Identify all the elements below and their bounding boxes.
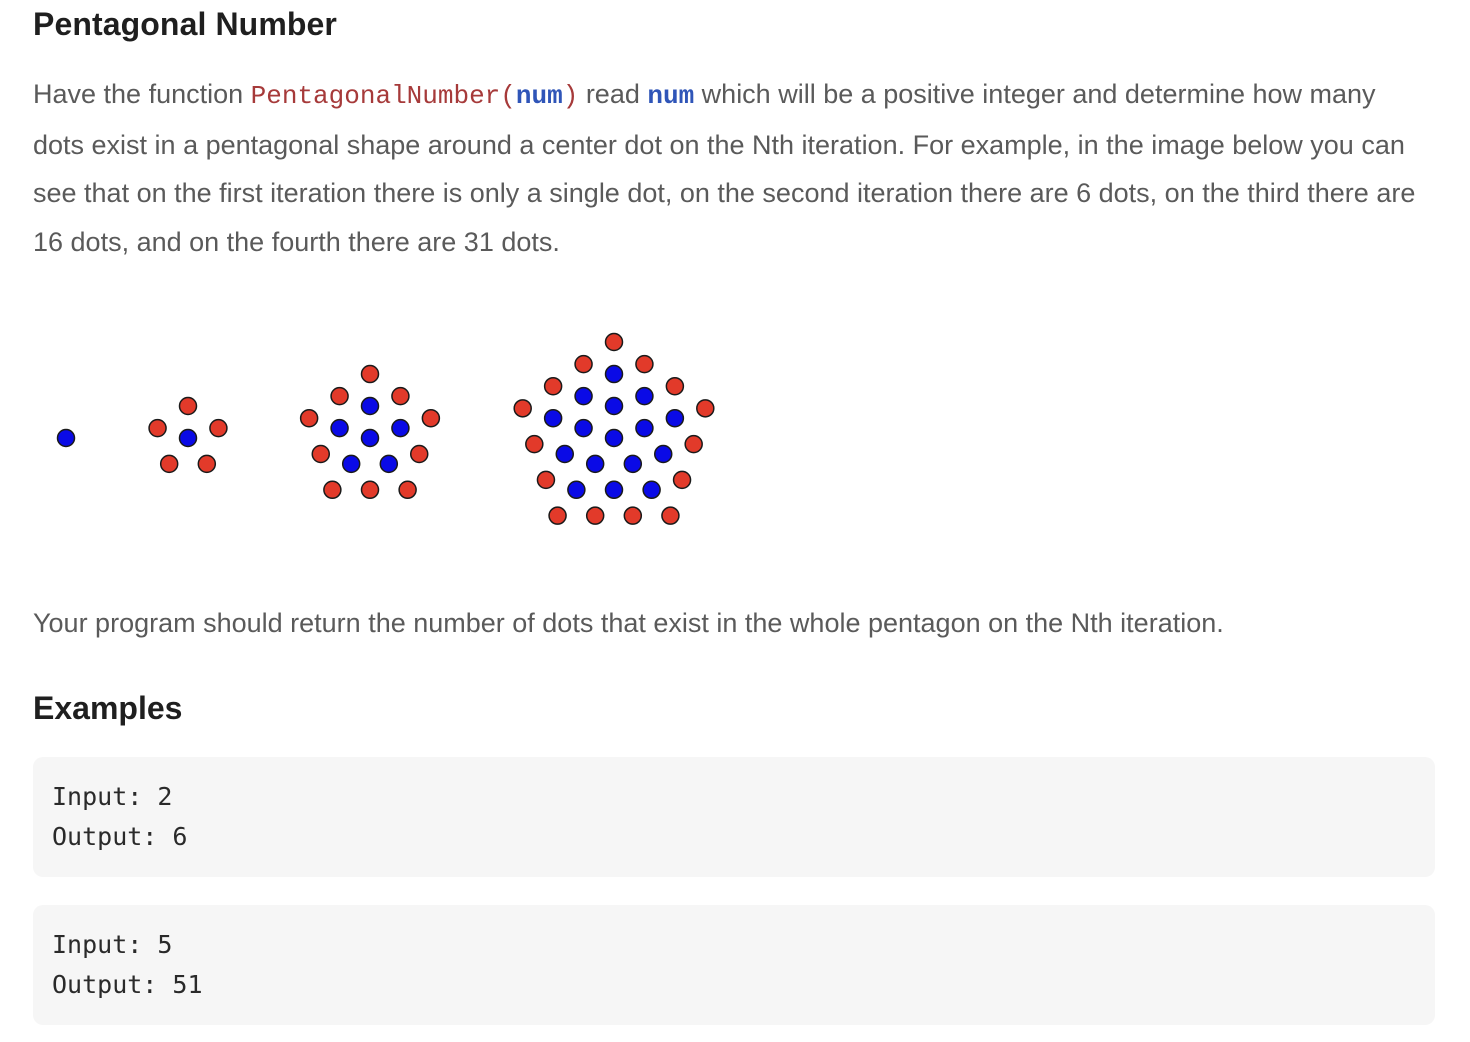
inner-dot bbox=[555, 444, 575, 464]
inner-dot bbox=[604, 396, 624, 416]
outer-ring-dot bbox=[299, 408, 319, 428]
outer-ring-dot bbox=[696, 399, 715, 418]
inner-dot bbox=[665, 408, 685, 428]
inner-dot bbox=[604, 364, 624, 384]
outer-ring-dot bbox=[665, 376, 685, 396]
inner-dot bbox=[585, 454, 605, 474]
outer-ring-dot bbox=[684, 434, 703, 454]
inner-dot bbox=[653, 444, 673, 464]
outer-ring-dot bbox=[525, 434, 544, 454]
paren-close: ) bbox=[562, 81, 579, 111]
inner-dot bbox=[56, 428, 76, 448]
inner-dot bbox=[360, 428, 380, 448]
inner-dot bbox=[604, 480, 624, 500]
inner-dot bbox=[635, 386, 654, 406]
outer-ring-dot bbox=[574, 354, 593, 374]
paren-open: ( bbox=[500, 81, 516, 111]
example-output: Output: 51 bbox=[52, 970, 203, 999]
outer-ring-dot bbox=[391, 386, 410, 406]
inner-dot bbox=[567, 480, 586, 500]
return-description: Your program should return the number of… bbox=[33, 608, 1224, 638]
pentagonal-dots-diagram bbox=[56, 332, 715, 525]
outer-ring-dot bbox=[398, 480, 417, 500]
example-input: Input: 5 bbox=[52, 930, 173, 959]
outer-ring-dot bbox=[635, 354, 654, 374]
inner-dot bbox=[360, 396, 380, 416]
outer-ring-dot bbox=[209, 418, 228, 438]
parameter-ref-code: num bbox=[647, 81, 695, 111]
outer-ring-dot bbox=[604, 332, 624, 352]
outer-ring-dot bbox=[543, 376, 563, 396]
outer-ring-dot bbox=[513, 399, 532, 418]
inner-dot bbox=[623, 454, 643, 474]
example-block-2: Input: 5 Output: 51 bbox=[33, 905, 1435, 1025]
inner-dot bbox=[574, 386, 593, 406]
pentagon-iteration-3 bbox=[299, 364, 441, 500]
outer-ring-dot bbox=[409, 444, 429, 464]
outer-ring-dot bbox=[661, 506, 680, 525]
inner-dot bbox=[574, 418, 593, 438]
inner-dot bbox=[379, 454, 399, 474]
outer-ring-dot bbox=[148, 418, 167, 438]
outer-ring-dot bbox=[585, 506, 605, 525]
inner-dot bbox=[642, 480, 661, 500]
problem-description: Have the function PentagonalNumber(num) … bbox=[33, 70, 1428, 266]
pentagon-iteration-4 bbox=[513, 332, 715, 525]
inner-dot bbox=[543, 408, 563, 428]
inner-dot bbox=[604, 428, 624, 448]
outer-ring-dot bbox=[159, 454, 179, 474]
description-text: Have the function bbox=[33, 79, 251, 109]
inner-dot bbox=[178, 428, 198, 448]
inner-dot bbox=[330, 418, 349, 438]
example-input: Input: 2 bbox=[52, 782, 173, 811]
outer-ring-dot bbox=[323, 480, 342, 500]
outer-ring-dot bbox=[623, 506, 643, 525]
outer-ring-dot bbox=[360, 480, 380, 500]
example-block-1: Input: 2 Output: 6 bbox=[33, 757, 1435, 877]
outer-ring-dot bbox=[311, 444, 331, 464]
pentagon-iteration-1 bbox=[56, 428, 76, 448]
inner-dot bbox=[391, 418, 410, 438]
inner-dot bbox=[635, 418, 654, 438]
outer-ring-dot bbox=[330, 386, 349, 406]
outer-ring-dot bbox=[421, 408, 441, 428]
example-output: Output: 6 bbox=[52, 822, 188, 851]
outer-ring-dot bbox=[197, 454, 217, 474]
examples-heading: Examples bbox=[33, 690, 183, 726]
page-title: Pentagonal Number bbox=[33, 6, 337, 42]
inner-dot bbox=[341, 454, 361, 474]
outer-ring-dot bbox=[178, 396, 198, 416]
description-text: read bbox=[578, 79, 648, 109]
pentagon-iteration-2 bbox=[148, 396, 228, 474]
outer-ring-dot bbox=[360, 364, 380, 384]
parameter-code: num bbox=[515, 81, 563, 111]
outer-ring-dot bbox=[536, 470, 556, 490]
outer-ring-dot bbox=[672, 470, 692, 490]
outer-ring-dot bbox=[548, 506, 567, 525]
function-name-code: PentagonalNumber bbox=[250, 81, 501, 111]
